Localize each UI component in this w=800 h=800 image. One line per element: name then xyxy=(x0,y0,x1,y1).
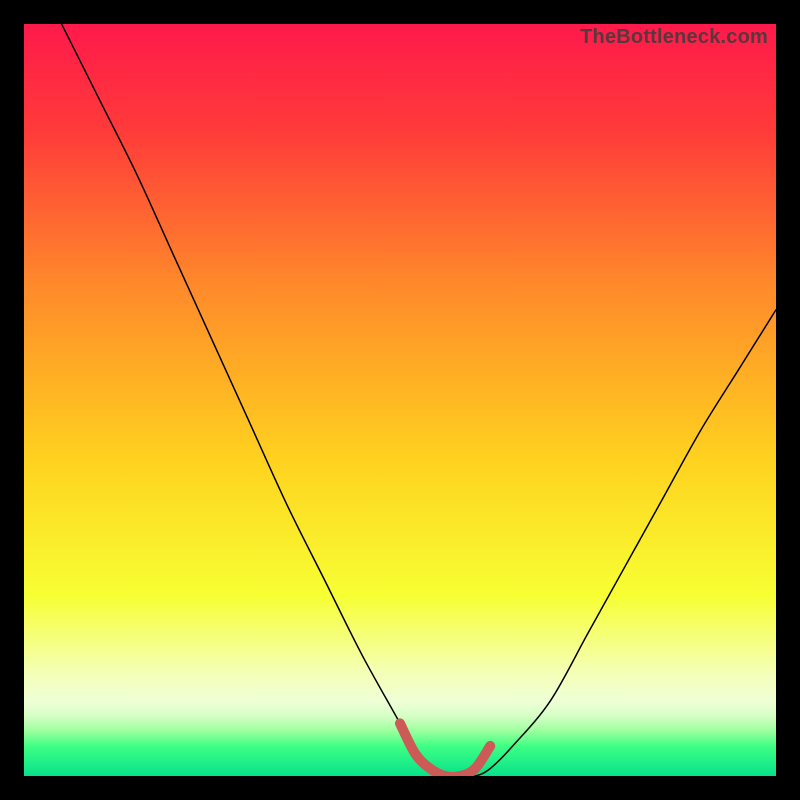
chart-frame: TheBottleneck.com xyxy=(0,0,800,800)
bottleneck-curve-line xyxy=(62,24,776,776)
chart-svg xyxy=(24,24,776,776)
optimal-range-highlight-line xyxy=(400,723,490,776)
chart-plot-area: TheBottleneck.com xyxy=(24,24,776,776)
